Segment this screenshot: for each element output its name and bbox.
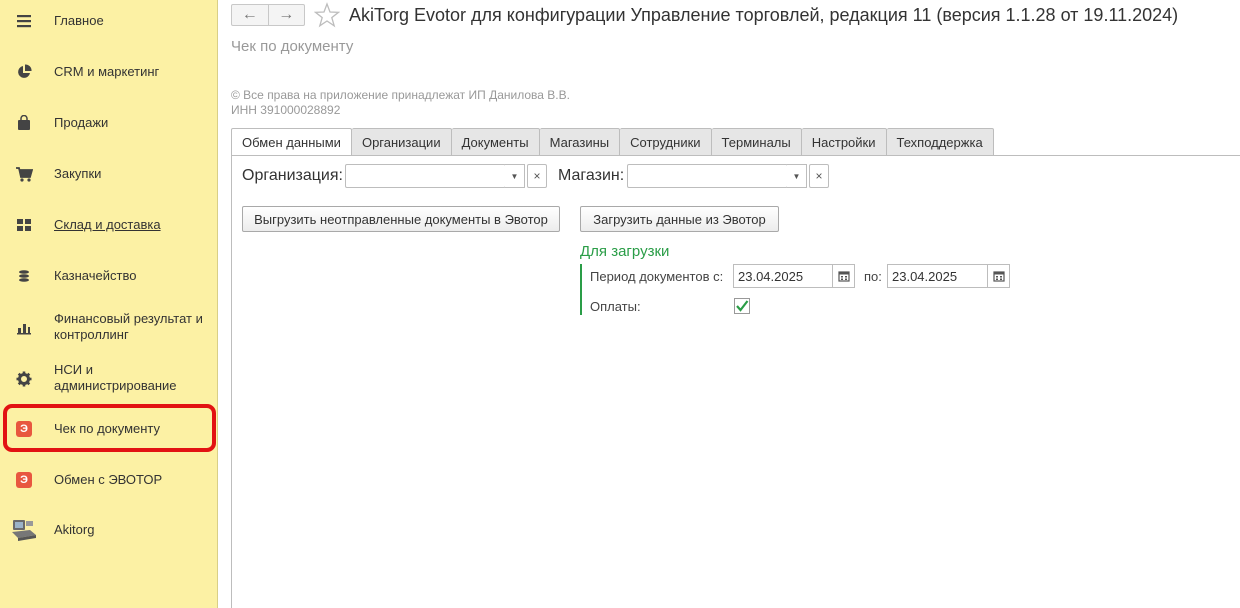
- sidebar-item-label: Склад и доставка: [54, 217, 161, 232]
- sidebar-item-crm[interactable]: CRM и маркетинг: [0, 63, 218, 81]
- page-subtitle: Чек по документу: [231, 38, 354, 55]
- download-data-button[interactable]: Загрузить данные из Эвотор: [580, 206, 779, 232]
- organization-label: Организация:: [242, 167, 343, 184]
- coins-icon: [14, 266, 34, 286]
- to-label: по:: [864, 269, 882, 284]
- period-label: Период документов с:: [590, 269, 724, 284]
- group-accent-bar: [580, 264, 582, 315]
- evotor-icon: Э: [14, 419, 34, 439]
- cart-icon: [14, 164, 34, 184]
- warehouse-icon: [14, 215, 34, 235]
- date-from-field[interactable]: 23.04.2025: [733, 264, 833, 288]
- shopping-bag-icon: [14, 113, 34, 133]
- history-nav: ← →: [231, 4, 305, 26]
- organization-field[interactable]: [345, 164, 506, 188]
- akitorg-icon: [10, 516, 38, 544]
- close-icon: ×: [815, 169, 823, 183]
- sidebar-item-evotor-exchange[interactable]: Э Обмен с ЭВОТОР: [0, 471, 218, 489]
- store-clear-button[interactable]: ×: [809, 164, 829, 188]
- calendar-icon: [837, 271, 850, 282]
- date-from-calendar-button[interactable]: [833, 264, 855, 288]
- tab-documents[interactable]: Документы: [451, 128, 540, 156]
- tab-bar: Обмен данными Организации Документы Мага…: [231, 128, 994, 156]
- organization-clear-button[interactable]: ×: [527, 164, 547, 188]
- tab-stores[interactable]: Магазины: [539, 128, 621, 156]
- chevron-down-icon: ▼: [792, 171, 801, 181]
- date-to-calendar-button[interactable]: [988, 264, 1010, 288]
- tab-data-exchange[interactable]: Обмен данными: [231, 128, 352, 156]
- tab-divider: [231, 155, 1240, 156]
- sidebar-item-label: Продажи: [54, 115, 109, 130]
- sidebar-item-main[interactable]: Главное: [0, 12, 218, 30]
- forward-button[interactable]: →: [269, 5, 305, 25]
- sidebar-item-label: Чек по документу: [54, 421, 161, 436]
- menu-icon: [14, 11, 34, 31]
- sidebar-item-label: Казначейство: [54, 268, 137, 283]
- store-label: Магазин:: [558, 167, 625, 184]
- sidebar-item-label: Обмен с ЭВОТОР: [54, 472, 163, 487]
- sidebar-item-label: Akitorg: [54, 522, 95, 537]
- payments-checkbox[interactable]: [734, 298, 750, 314]
- group-title: Для загрузки: [580, 243, 670, 260]
- sidebar-item-nsi-admin[interactable]: НСИ и администрирование: [0, 361, 218, 395]
- organization-dropdown-button[interactable]: ▼: [505, 164, 525, 188]
- sidebar-item-sales[interactable]: Продажи: [0, 114, 218, 132]
- tab-employees[interactable]: Сотрудники: [620, 128, 712, 156]
- chevron-down-icon: ▼: [510, 171, 519, 181]
- favorite-star-icon[interactable]: [313, 2, 341, 28]
- sidebar: Главное CRM и маркетинг Продажи Закупки …: [0, 0, 218, 608]
- upload-unsent-documents-button[interactable]: Выгрузить неотправленные документы в Эво…: [242, 206, 560, 232]
- sidebar-item-financial-result[interactable]: Финансовый результат и контроллинг: [0, 310, 218, 344]
- evotor-icon: Э: [14, 470, 34, 490]
- sidebar-item-label: НСИ и администрирование: [54, 362, 177, 393]
- arrow-left-icon: ←: [241, 6, 258, 23]
- sidebar-item-label: Закупки: [54, 166, 102, 181]
- store-field[interactable]: [627, 164, 788, 188]
- pie-chart-icon: [14, 62, 34, 82]
- inn-text: ИНН 391000028892: [231, 103, 341, 117]
- tab-settings[interactable]: Настройки: [801, 128, 887, 156]
- calendar-icon: [992, 271, 1005, 282]
- sidebar-item-label: Финансовый результат и контроллинг: [54, 311, 203, 342]
- tab-support[interactable]: Техподдержка: [886, 128, 994, 156]
- window-title: AkiTorg Evotor для конфигурации Управлен…: [349, 5, 1179, 25]
- copyright-text: © Все права на приложение принадлежат ИП…: [231, 88, 570, 102]
- close-icon: ×: [533, 169, 541, 183]
- sidebar-item-treasury[interactable]: Казначейство: [0, 267, 218, 285]
- tab-organizations[interactable]: Организации: [351, 128, 452, 156]
- sidebar-item-receipt-by-document[interactable]: Э Чек по документу: [0, 420, 218, 438]
- back-button[interactable]: ←: [232, 5, 269, 25]
- checkmark-icon: [736, 300, 749, 312]
- tab-terminals[interactable]: Терминалы: [711, 128, 802, 156]
- copyright-block: © Все права на приложение принадлежат ИП…: [231, 88, 570, 118]
- gear-icon: [14, 369, 34, 389]
- sidebar-item-label: Главное: [54, 13, 104, 28]
- payments-label: Оплаты:: [590, 299, 641, 314]
- content-border: [231, 155, 232, 608]
- sidebar-item-akitorg[interactable]: Akitorg: [0, 519, 218, 541]
- arrow-right-icon: →: [278, 6, 295, 23]
- date-to-field[interactable]: 23.04.2025: [887, 264, 988, 288]
- sidebar-item-label: CRM и маркетинг: [54, 64, 160, 79]
- sidebar-item-warehouse[interactable]: Склад и доставка: [0, 216, 218, 234]
- bar-chart-icon: [14, 318, 34, 338]
- sidebar-item-purchases[interactable]: Закупки: [0, 165, 218, 183]
- store-dropdown-button[interactable]: ▼: [787, 164, 807, 188]
